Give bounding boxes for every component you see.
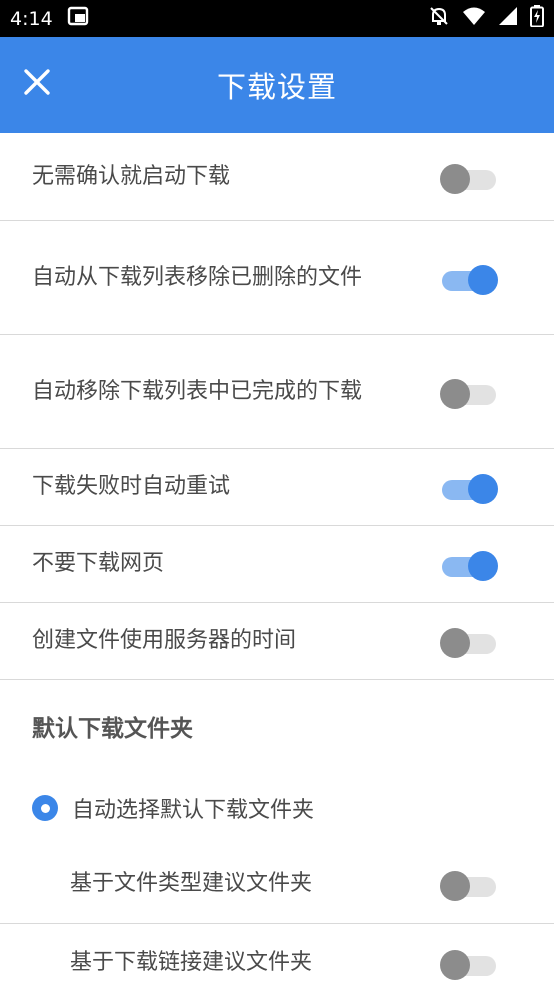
toggle-thumb <box>468 474 498 504</box>
status-time: 4:14 <box>10 7 53 30</box>
close-button[interactable] <box>14 61 60 107</box>
setting-row-start-without-confirm[interactable]: 无需确认就启动下载 <box>0 133 554 221</box>
signal-icon <box>498 6 518 31</box>
setting-label: 不要下载网页 <box>32 551 165 576</box>
toggle-suggest-by-link[interactable] <box>440 947 498 980</box>
section-header-default-folder: 默认下载文件夹 <box>32 716 193 742</box>
setting-row-remove-completed[interactable]: 自动移除下载列表中已完成的下载 <box>0 335 554 449</box>
setting-row-server-time[interactable]: 创建文件使用服务器的时间 <box>0 603 554 680</box>
toggle-server-time[interactable] <box>440 625 498 658</box>
toggle-thumb <box>440 628 470 658</box>
setting-label: 无需确认就启动下载 <box>32 163 231 189</box>
wifi-icon <box>462 6 486 31</box>
screen-cast-icon <box>67 5 89 32</box>
setting-label: 自动从下载列表移除已删除的文件 <box>32 264 363 290</box>
toggle-start-without-confirm[interactable] <box>440 161 498 194</box>
toggle-thumb <box>468 264 498 295</box>
toggle-thumb <box>440 163 470 194</box>
setting-label: 下载失败时自动重试 <box>32 474 231 499</box>
setting-label: 基于下载链接建议文件夹 <box>70 950 313 975</box>
app-bar: 下载设置 <box>0 37 554 133</box>
setting-label: 基于文件类型建议文件夹 <box>70 870 313 896</box>
toggle-remove-completed[interactable] <box>440 376 498 409</box>
toggle-thumb <box>468 551 498 581</box>
close-icon <box>23 68 51 100</box>
toggle-suggest-by-type[interactable] <box>440 868 498 901</box>
settings-list: 无需确认就启动下载 自动从下载列表移除已删除的文件 自动移除下载列表中已完成的下… <box>0 133 554 1002</box>
setting-label: 创建文件使用服务器的时间 <box>32 628 297 653</box>
radio-auto-select-folder[interactable]: 自动选择默认下载文件夹 <box>0 772 554 844</box>
toggle-auto-retry[interactable] <box>440 471 498 504</box>
toggle-thumb <box>440 870 470 901</box>
radio-selected-icon[interactable] <box>32 795 58 821</box>
setting-row-suggest-by-type[interactable]: 基于文件类型建议文件夹 <box>0 844 554 924</box>
setting-row-auto-retry[interactable]: 下载失败时自动重试 <box>0 449 554 526</box>
page-title: 下载设置 <box>216 70 337 104</box>
toggle-no-webpages[interactable] <box>440 548 498 581</box>
setting-row-no-webpages[interactable]: 不要下载网页 <box>0 526 554 603</box>
toggle-thumb <box>440 950 470 980</box>
setting-row-suggest-by-link[interactable]: 基于下载链接建议文件夹 <box>0 924 554 1002</box>
status-bar: 4:14 <box>0 0 554 37</box>
toggle-remove-deleted[interactable] <box>440 262 498 295</box>
toggle-thumb <box>440 378 470 409</box>
setting-row-remove-deleted[interactable]: 自动从下载列表移除已删除的文件 <box>0 221 554 335</box>
battery-icon <box>530 5 544 32</box>
setting-label: 自动移除下载列表中已完成的下载 <box>32 378 363 404</box>
radio-label: 自动选择默认下载文件夹 <box>72 798 315 823</box>
notifications-off-icon <box>428 5 450 32</box>
